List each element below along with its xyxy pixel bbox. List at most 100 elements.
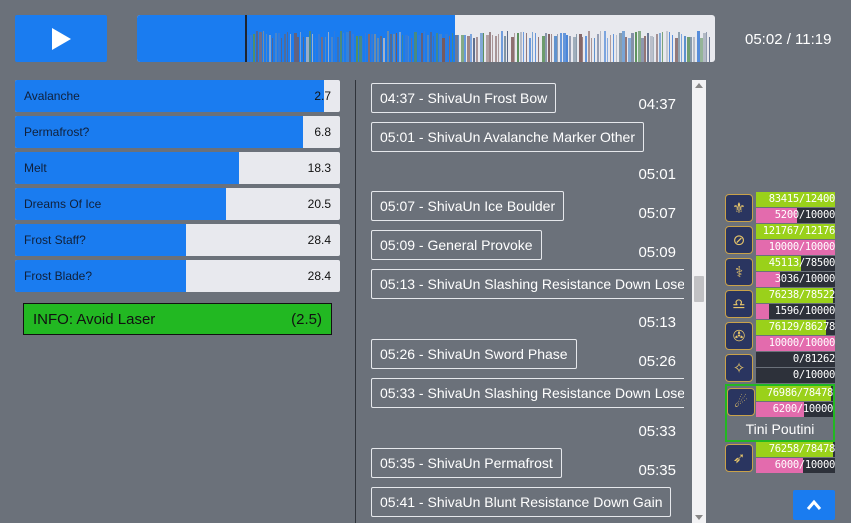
event-button[interactable]: 05:26 - ShivaUn Sword Phase xyxy=(371,339,577,369)
party-member[interactable]: ⚜ 83415/12400 5200/10000 xyxy=(725,192,835,224)
info-callout: INFO: Avoid Laser (2.5) xyxy=(23,303,332,335)
event-button[interactable]: 05:09 - General Provoke xyxy=(371,230,542,260)
timeline-mark xyxy=(247,35,249,62)
timer-bar-label: Frost Staff? xyxy=(24,233,86,247)
timeline-mark xyxy=(262,31,264,62)
scrollbar-thumb[interactable] xyxy=(694,276,704,302)
warrior-job-icon: ⊘ xyxy=(725,226,753,254)
event-button[interactable]: 05:35 - ShivaUn Permafrost xyxy=(371,448,562,478)
panel-divider xyxy=(355,80,356,523)
timeline-mark xyxy=(349,31,352,62)
timeline-mark xyxy=(395,33,397,62)
play-button[interactable] xyxy=(15,15,107,62)
timeline-mark xyxy=(250,35,253,62)
timeline-mark xyxy=(656,34,659,62)
timeline-mark xyxy=(643,36,646,62)
hp-bar: 76258/78478 xyxy=(756,442,835,457)
timeline-mark xyxy=(423,31,425,62)
party-member-selected[interactable]: ☄ 76986/78478 6200/10000 Tini Poutini xyxy=(725,384,835,442)
hp-bar: 83415/12400 xyxy=(756,192,835,207)
timeline-mark xyxy=(318,34,321,62)
timeline-mark xyxy=(265,34,267,62)
event-time: 05:33 xyxy=(638,423,676,440)
timeline-mark xyxy=(271,38,273,62)
timeline-mark xyxy=(386,31,389,62)
timeline-mark xyxy=(668,32,670,62)
party-member[interactable]: ⊘ 121767/12176 10000/10000 xyxy=(725,224,835,256)
timeline-mark xyxy=(436,33,439,62)
timeline-mark xyxy=(684,36,687,62)
timeline-mark xyxy=(557,34,558,62)
mp-bar-fill xyxy=(756,304,769,319)
timeline-mark xyxy=(677,32,680,62)
mp-bar: 5200/10000 xyxy=(756,208,835,223)
ninja-job-icon: ✧ xyxy=(725,354,753,382)
info-label: INFO: Avoid Laser xyxy=(33,310,156,328)
timeline-mark xyxy=(256,31,259,62)
party-member[interactable]: ✧ 0/81262 0/10000 xyxy=(725,352,835,384)
mp-bar: 3036/10000 xyxy=(756,272,835,287)
event-button[interactable]: 04:37 - ShivaUn Frost Bow xyxy=(371,83,557,113)
party-member[interactable]: ➶ 76258/78478 6000/10000 xyxy=(725,442,835,474)
timeline-mark xyxy=(569,36,572,62)
timeline-mark xyxy=(581,37,583,62)
event-button[interactable]: 05:33 - ShivaUn Slashing Resistance Down… xyxy=(371,378,684,408)
black-mage-job-icon: ☄ xyxy=(727,388,755,416)
timeline-mark xyxy=(612,34,614,62)
timeline-scrubber[interactable] xyxy=(137,15,715,62)
scroll-to-top-button[interactable] xyxy=(793,490,835,520)
timer-bar: Frost Staff? 28.4 xyxy=(15,224,340,256)
timeline-mark xyxy=(550,34,552,62)
event-list-scrollbar[interactable] xyxy=(692,80,706,523)
event-button[interactable]: 05:07 - ShivaUn Ice Boulder xyxy=(371,191,565,221)
timeline-mark xyxy=(340,31,342,62)
scroll-down-arrow-icon[interactable] xyxy=(695,515,703,520)
timeline-mark xyxy=(302,37,304,62)
timer-bar-value: 2.7 xyxy=(314,89,331,103)
timeline-mark xyxy=(507,31,509,62)
timeline-mark xyxy=(296,37,299,62)
mp-text: 6200/10000 xyxy=(772,403,834,415)
timeline-mark xyxy=(321,37,324,62)
hp-text: 83415/12400 xyxy=(768,193,836,205)
timeline-mark xyxy=(529,38,532,62)
timeline-mark xyxy=(287,32,289,62)
timeline-mark xyxy=(482,33,484,62)
timeline-mark xyxy=(513,33,515,62)
timeline-mark xyxy=(389,34,392,62)
timeline-mark xyxy=(411,38,413,62)
bard-job-icon: ➶ xyxy=(725,444,753,472)
mp-text: 5200/10000 xyxy=(774,209,836,221)
timeline-mark xyxy=(377,38,380,62)
timeline-mark xyxy=(501,31,504,62)
timeline-mark xyxy=(488,32,491,62)
mp-bar: 1596/10000 xyxy=(756,304,835,319)
event-button[interactable]: 05:13 - ShivaUn Slashing Resistance Down… xyxy=(371,269,684,299)
timeline-mark xyxy=(516,33,519,62)
timeline-mark xyxy=(535,33,537,62)
event-button[interactable]: 05:01 - ShivaUn Avalanche Marker Other xyxy=(371,122,644,152)
timeline-mark xyxy=(705,32,707,62)
timeline-mark xyxy=(364,33,366,62)
timeline-mark xyxy=(646,33,649,62)
timer-bar-label: Dreams Of Ice xyxy=(24,197,102,211)
timeline-mark xyxy=(392,34,395,62)
timeline-mark xyxy=(665,31,668,62)
party-member[interactable]: ✇ 76129/86278 10000/10000 xyxy=(725,320,835,352)
hp-bar: 0/81262 xyxy=(756,352,835,367)
scroll-up-arrow-icon[interactable] xyxy=(695,83,703,88)
timeline-mark xyxy=(538,37,540,62)
party-member[interactable]: ♎ 76238/78522 1596/10000 xyxy=(725,288,835,320)
timeline-mark xyxy=(355,36,358,62)
event-button[interactable]: 05:41 - ShivaUn Blunt Resistance Down Ga… xyxy=(371,487,672,517)
hp-text: 76129/86278 xyxy=(768,321,836,333)
timeline-mark xyxy=(343,33,345,62)
party-member[interactable]: ⚕ 45113/78500 3036/10000 xyxy=(725,256,835,288)
timeline-mark xyxy=(352,34,355,62)
timeline-mark xyxy=(588,31,590,62)
timeline-mark xyxy=(615,35,617,62)
timeline-cursor[interactable] xyxy=(245,15,248,62)
timeline-mark xyxy=(606,38,608,62)
party-member-name: Tini Poutini xyxy=(745,421,815,437)
timeline-mark xyxy=(333,31,335,62)
